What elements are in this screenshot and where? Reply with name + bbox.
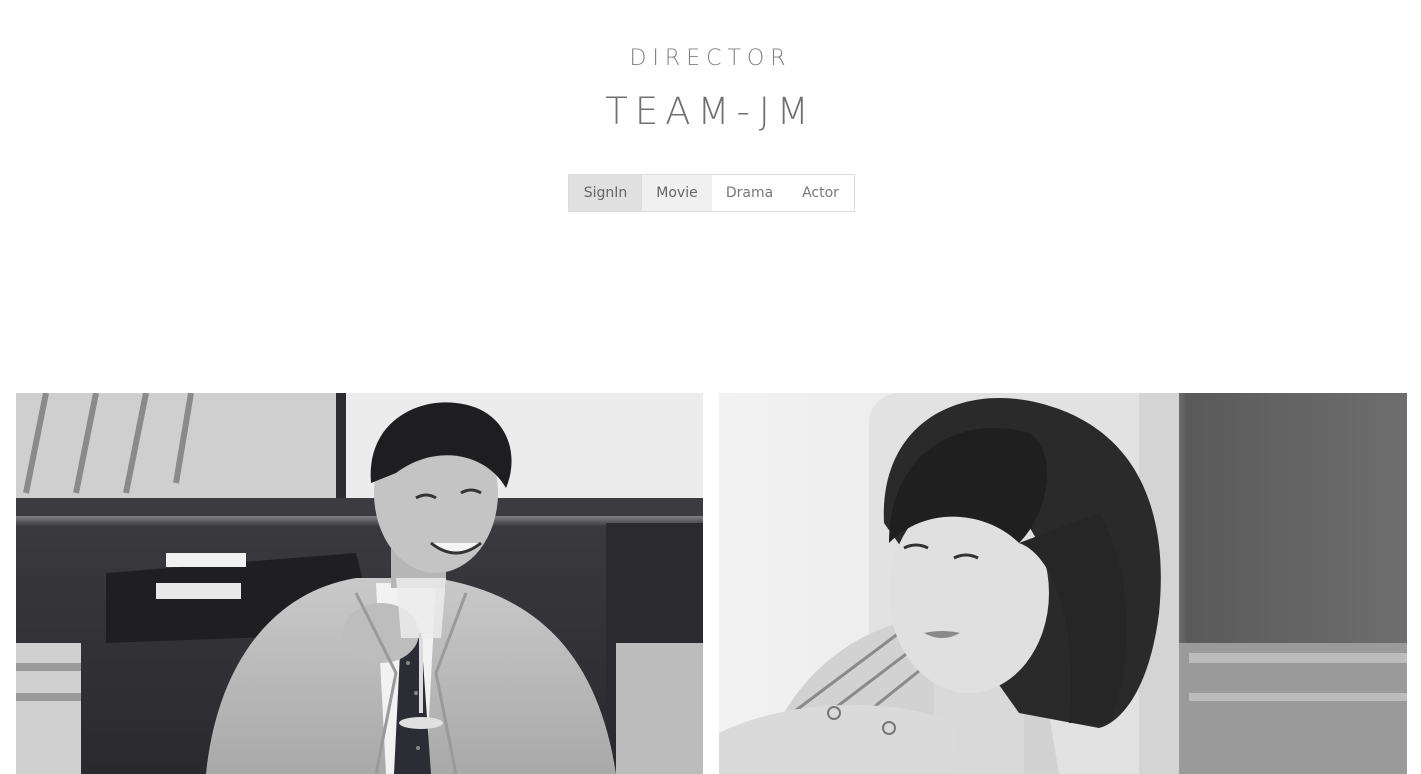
nav-movie[interactable]: Movie [642,175,712,211]
nav-signin[interactable]: SignIn [569,175,642,211]
page: DIRECTOR TEAM-JM SignIn Movie Drama Acto… [0,0,1421,774]
nav-actor[interactable]: Actor [787,175,854,211]
actor-photo-woman[interactable] [719,393,1407,774]
actor-photo-man-image [16,393,703,774]
nav-drama[interactable]: Drama [712,175,787,211]
main-nav: SignIn Movie Drama Actor [568,174,855,212]
actor-photo-man[interactable] [16,393,703,774]
actor-photo-woman-image [719,393,1407,774]
site-subtitle: DIRECTOR [629,46,792,71]
site-title[interactable]: TEAM-JM [0,90,1421,133]
